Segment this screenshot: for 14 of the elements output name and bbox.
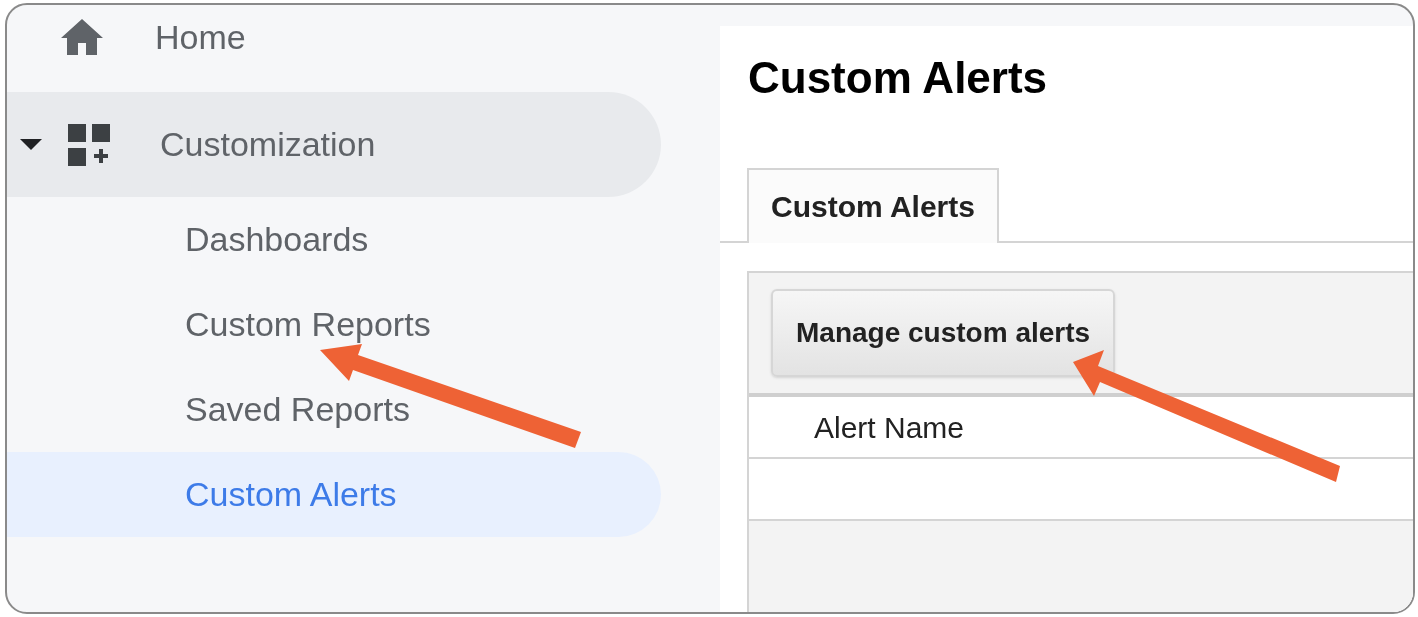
nav-item[interactable]: Custom Alerts bbox=[7, 452, 661, 537]
nav-label: Customization bbox=[160, 124, 376, 165]
nav-item[interactable]: Home bbox=[155, 11, 246, 63]
page-title: Custom Alerts bbox=[748, 56, 1049, 100]
nav-item[interactable]: Custom Reports bbox=[7, 282, 661, 367]
home-icon bbox=[61, 19, 103, 55]
grid-plus-icon bbox=[68, 123, 110, 166]
nav-item[interactable]: Dashboards bbox=[7, 197, 661, 282]
manage-alerts-button[interactable]: Manage custom alerts bbox=[771, 289, 1116, 377]
caret-icon bbox=[20, 138, 42, 151]
column-header: Alert Name bbox=[814, 409, 965, 446]
tab[interactable]: Custom Alerts bbox=[747, 168, 999, 243]
nav-section[interactable]: Customization bbox=[7, 92, 661, 197]
nav-item[interactable]: Saved Reports bbox=[7, 367, 661, 452]
